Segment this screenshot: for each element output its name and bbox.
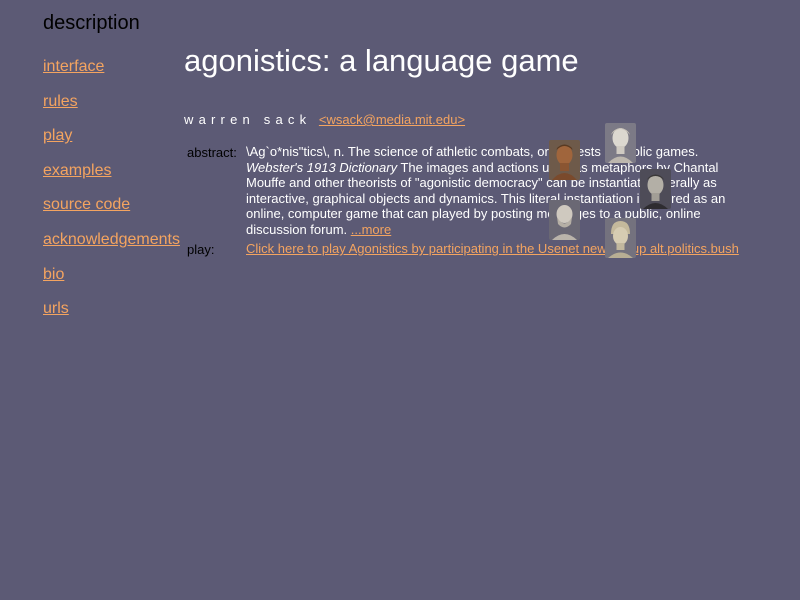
abstract-label: abstract:	[187, 145, 237, 160]
sidebar-nav: interface rules play examples source cod…	[43, 58, 180, 335]
author-email-link[interactable]: <wsack@media.mit.edu>	[319, 112, 465, 127]
author-name: warren sack	[184, 112, 312, 127]
nav-link-bio[interactable]: bio	[43, 266, 180, 301]
bearded-bust-icon	[549, 200, 580, 240]
nav-link-play[interactable]: play	[43, 127, 180, 162]
nav-link-interface[interactable]: interface	[43, 58, 180, 93]
author-line: warren sack <wsack@media.mit.edu>	[184, 112, 465, 127]
page: description interface rules play example…	[0, 0, 800, 600]
nav-link-examples[interactable]: examples	[43, 162, 180, 197]
helmeted-bust-icon	[605, 218, 636, 258]
page-title: agonistics: a language game	[184, 43, 579, 78]
nav-link-source-code[interactable]: source code	[43, 196, 180, 231]
nav-heading: description	[43, 12, 140, 34]
nav-link-rules[interactable]: rules	[43, 93, 180, 128]
nav-link-acknowledgements[interactable]: acknowledgements	[43, 231, 180, 266]
abstract-text: \Ag`o*nis"tics\, n. The science of athle…	[246, 144, 756, 237]
play-link[interactable]: Click here to play Agonistics by partici…	[246, 241, 739, 256]
stone-bust-icon	[640, 169, 671, 209]
play-label: play:	[187, 242, 215, 257]
bronze-bust-icon	[549, 140, 580, 180]
nav-link-urls[interactable]: urls	[43, 300, 180, 335]
marble-bust-icon	[605, 123, 636, 163]
abstract-source: Webster's 1913 Dictionary	[246, 159, 398, 175]
more-link[interactable]: ...more	[351, 222, 391, 237]
